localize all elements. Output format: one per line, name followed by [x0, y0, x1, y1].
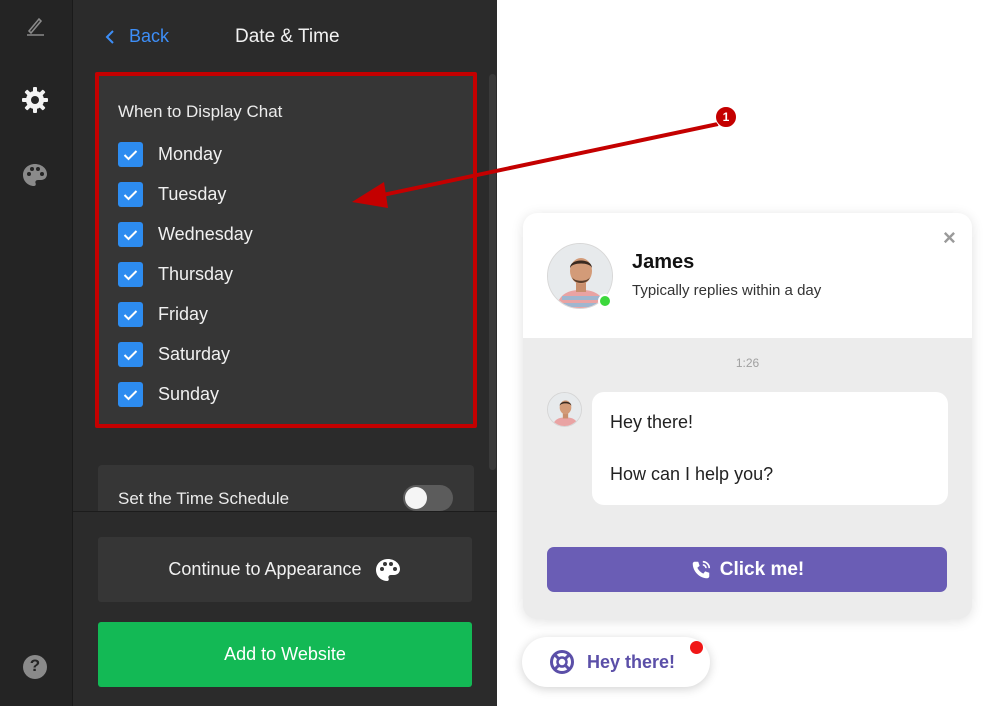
checkbox[interactable]	[118, 142, 143, 167]
panel-header: Back Date & Time	[73, 0, 497, 72]
chat-launcher-button[interactable]: Hey there!	[522, 637, 710, 687]
message-line-1: Hey there!	[610, 412, 694, 432]
message-line-2: How can I help you?	[610, 464, 774, 484]
checkmark-icon	[123, 309, 138, 320]
toggle-knob	[405, 487, 427, 509]
checkbox[interactable]	[118, 382, 143, 407]
call-to-action-button[interactable]: Click me!	[547, 547, 947, 592]
checkmark-icon	[123, 229, 138, 240]
day-label: Sunday	[158, 384, 220, 404]
day-label: Friday	[158, 304, 209, 324]
chevron-left-icon	[105, 29, 114, 44]
left-rail: ?	[0, 0, 73, 706]
message-avatar	[547, 392, 582, 427]
checkmark-icon	[123, 389, 138, 400]
checkbox[interactable]	[118, 222, 143, 247]
message-bubble: Hey there! How can I help you?	[592, 392, 948, 505]
checkbox[interactable]	[118, 342, 143, 367]
agent-status: Typically replies within a day	[632, 282, 822, 299]
chat-widget-preview: × James Typically replies within a day 1…	[523, 213, 972, 619]
palette-icon	[375, 558, 400, 581]
back-button[interactable]: Back	[105, 26, 169, 47]
back-label: Back	[129, 26, 170, 46]
continue-to-appearance-button[interactable]: Continue to Appearance	[98, 537, 472, 602]
phone-icon	[692, 560, 710, 578]
checkbox[interactable]	[118, 262, 143, 287]
online-indicator	[598, 294, 612, 308]
day-checkbox-monday[interactable]: Monday	[118, 142, 222, 167]
day-label: Tuesday	[158, 184, 227, 204]
checkbox[interactable]	[118, 182, 143, 207]
panel-scrollbar[interactable]	[489, 74, 496, 470]
checkmark-icon	[123, 269, 138, 280]
page-title: Date & Time	[235, 26, 340, 47]
day-checkbox-friday[interactable]: Friday	[118, 302, 208, 327]
message-timestamp: 1:26	[735, 356, 760, 370]
notification-dot	[690, 641, 703, 654]
gear-icon[interactable]	[20, 85, 50, 115]
continue-to-appearance-label: Continue to Appearance	[168, 559, 362, 579]
day-checkbox-thursday[interactable]: Thursday	[118, 262, 233, 287]
day-checkbox-tuesday[interactable]: Tuesday	[118, 182, 226, 207]
day-label: Thursday	[158, 264, 234, 284]
day-checkbox-wednesday[interactable]: Wednesday	[118, 222, 253, 247]
launcher-label: Hey there!	[587, 651, 676, 672]
agent-name: James	[632, 251, 695, 273]
add-to-website-button[interactable]: Add to Website	[98, 622, 472, 687]
days-heading: When to Display Chat	[118, 102, 283, 121]
checkmark-icon	[123, 189, 138, 200]
help-icon[interactable]: ?	[20, 652, 50, 682]
day-label: Wednesday	[158, 224, 253, 244]
day-checkbox-sunday[interactable]: Sunday	[118, 382, 219, 407]
time-schedule-label: Set the Time Schedule	[118, 489, 290, 508]
lifebuoy-icon	[550, 650, 574, 674]
time-schedule-card: Set the Time Schedule	[98, 465, 474, 511]
help-label: ?	[29, 656, 41, 675]
day-checkbox-saturday[interactable]: Saturday	[118, 342, 230, 367]
checkmark-icon	[123, 149, 138, 160]
day-label: Saturday	[158, 344, 231, 364]
checkmark-icon	[123, 349, 138, 360]
display-days-card: When to Display Chat Monday Tuesday Wednes…	[95, 72, 477, 428]
divider	[73, 511, 497, 512]
chat-header: × James Typically replies within a day	[523, 213, 972, 338]
add-to-website-label: Add to Website	[224, 644, 346, 664]
close-icon[interactable]: ×	[943, 227, 956, 249]
annotation-badge: 1	[715, 106, 737, 128]
time-schedule-toggle[interactable]	[403, 485, 453, 511]
day-label: Monday	[158, 144, 223, 164]
checkbox[interactable]	[118, 302, 143, 327]
palette-icon[interactable]	[20, 160, 50, 190]
call-to-action-label: Click me!	[719, 558, 805, 580]
pencil-icon[interactable]	[20, 10, 50, 40]
